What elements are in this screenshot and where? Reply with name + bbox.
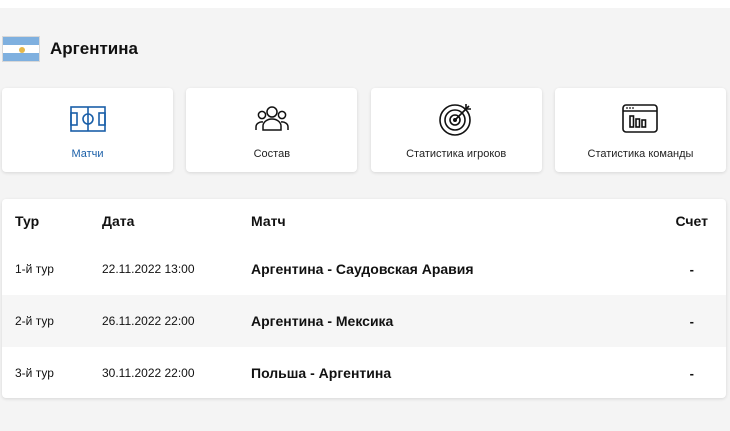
team-header: Аргентина <box>2 36 138 62</box>
date-cell: 22.11.2022 13:00 <box>102 262 195 276</box>
round-cell: 2-й тур <box>15 314 54 328</box>
header-round: Тур <box>15 213 40 229</box>
table-row[interactable]: 2-й тур 26.11.2022 22:00 Аргентина - Мек… <box>2 295 726 347</box>
header-match: Матч <box>251 213 286 229</box>
date-cell: 26.11.2022 22:00 <box>102 314 195 328</box>
round-cell: 1-й тур <box>15 262 54 276</box>
tab-squad[interactable]: Состав <box>186 88 358 172</box>
table-row[interactable]: 3-й тур 30.11.2022 22:00 Польша - Аргент… <box>2 347 726 398</box>
matches-table: Тур Дата Матч Счет 1-й тур 22.11.2022 13… <box>2 199 726 398</box>
table-row[interactable]: 1-й тур 22.11.2022 13:00 Аргентина - Сау… <box>2 243 726 295</box>
header-date: Дата <box>102 213 135 229</box>
round-cell: 3-й тур <box>15 366 54 380</box>
match-cell[interactable]: Аргентина - Саудовская Аравия <box>251 261 474 277</box>
users-icon <box>254 102 290 136</box>
page-title: Аргентина <box>50 39 138 58</box>
date-cell: 30.11.2022 22:00 <box>102 366 195 380</box>
tab-team-stats[interactable]: Статистика команды <box>554 88 726 172</box>
match-cell[interactable]: Польша - Аргентина <box>251 365 391 381</box>
target-icon <box>438 102 474 136</box>
tab-label: Статистика команды <box>587 148 694 160</box>
stats-window-icon <box>622 102 659 136</box>
tab-label: Матчи <box>71 148 104 160</box>
score-cell: - <box>689 261 694 277</box>
section-tabs: Матчи Состав Статистика игроков Статисти… <box>2 88 726 172</box>
header-score: Счет <box>675 213 708 229</box>
tab-player-stats[interactable]: Статистика игроков <box>370 88 542 172</box>
table-header: Тур Дата Матч Счет <box>2 199 726 243</box>
score-cell: - <box>689 313 694 329</box>
field-icon <box>69 102 106 136</box>
match-cell[interactable]: Аргентина - Мексика <box>251 313 393 329</box>
tab-matches[interactable]: Матчи <box>2 88 173 172</box>
tab-label: Статистика игроков <box>406 148 507 160</box>
argentina-flag-icon <box>2 36 40 62</box>
page-background: Аргентина Матчи Состав Статистика игроко… <box>0 8 730 431</box>
score-cell: - <box>689 365 694 381</box>
tab-label: Состав <box>253 148 291 160</box>
